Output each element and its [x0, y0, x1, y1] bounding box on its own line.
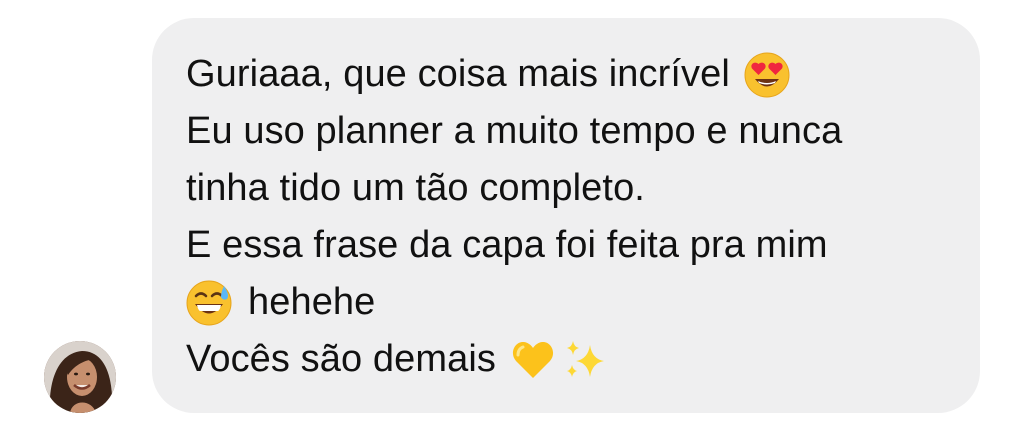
message-line: E essa frase da capa foi feita pra mim [186, 217, 950, 274]
yellow-heart-icon [510, 337, 556, 383]
message-line: Eu uso planner a muito tempo e nunca [186, 103, 950, 160]
message-line: tinha tido um tão completo. [186, 160, 950, 217]
message-line: Vocês são demais [186, 331, 950, 388]
avatar[interactable] [44, 341, 116, 413]
message-line: hehehe [186, 274, 950, 331]
message-text: Vocês são demais [186, 338, 496, 380]
message-thread: Guriaaa, que coisa mais incrível Eu uso … [0, 0, 1024, 421]
message-text: hehehe [248, 281, 376, 323]
message-text: E essa frase da capa foi feita pra mim [186, 224, 828, 266]
heart-eyes-icon [744, 52, 790, 98]
message-text: tinha tido um tão completo. [186, 167, 645, 209]
message-text: Guriaaa, que coisa mais incrível [186, 53, 730, 95]
avatar-photo-icon [44, 341, 116, 413]
message-line: Guriaaa, que coisa mais incrível [186, 46, 950, 103]
message-text: Eu uso planner a muito tempo e nunca [186, 110, 843, 152]
message-bubble[interactable]: Guriaaa, que coisa mais incrível Eu uso … [152, 18, 980, 413]
grinning-sweat-icon [186, 280, 232, 326]
sparkles-icon [562, 337, 608, 383]
